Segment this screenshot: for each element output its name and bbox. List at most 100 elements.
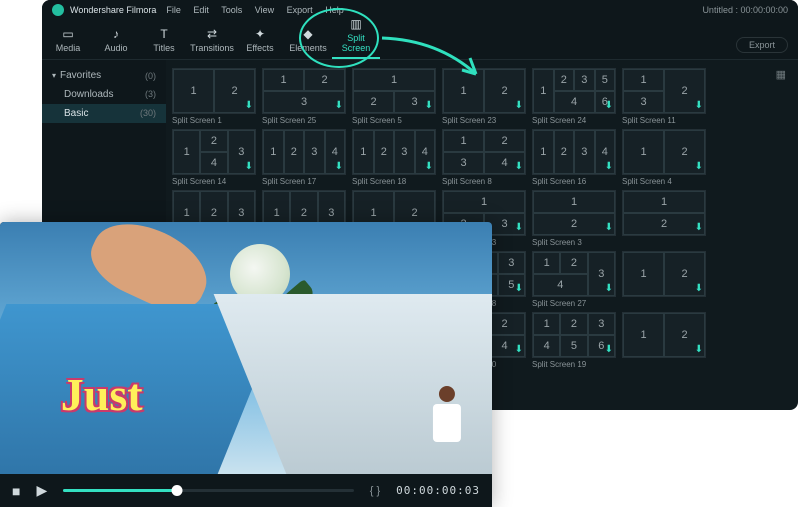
download-icon[interactable]: ⬇ <box>245 162 253 172</box>
sidebar-item-label: Basic <box>64 108 88 119</box>
tab-label: Media <box>56 43 81 53</box>
project-title: Untitled : 00:00:00:00 <box>702 5 788 15</box>
template-thumb[interactable]: 12⬇ <box>172 68 256 114</box>
tab-elements[interactable]: ◆Elements <box>284 27 332 59</box>
template-item[interactable]: 1234⬇Split Screen 18 <box>352 129 436 186</box>
play-button[interactable]: ▶ <box>36 482 47 499</box>
download-icon[interactable]: ⬇ <box>695 223 703 233</box>
template-thumb[interactable]: 1234⬇ <box>442 129 526 175</box>
playhead-progress <box>63 489 176 492</box>
template-item[interactable]: 123456⬇Split Screen 19 <box>532 312 616 369</box>
effects-icon: ✦ <box>236 27 284 41</box>
transitions-icon: ⇄ <box>188 27 236 41</box>
download-icon[interactable]: ⬇ <box>605 284 613 294</box>
template-item[interactable]: 12⬇ <box>622 251 706 308</box>
tab-effects[interactable]: ✦Effects <box>236 27 284 59</box>
menu-export[interactable]: Export <box>287 5 313 15</box>
template-thumb[interactable]: 12⬇ <box>622 190 706 236</box>
template-label: Split Screen 8 <box>442 177 526 186</box>
menubar: File Edit Tools View Export Help <box>166 5 353 15</box>
template-item[interactable]: 1234⬇ Split Screen 27 <box>532 251 616 308</box>
template-label: Split Screen 3 <box>532 238 616 247</box>
template-thumb[interactable]: 1234⬇ <box>262 129 346 175</box>
template-thumb[interactable]: 123⬇ <box>262 68 346 114</box>
tab-label: Elements <box>289 43 327 53</box>
download-icon[interactable]: ⬇ <box>695 345 703 355</box>
template-item[interactable]: 12⬇ <box>622 190 706 247</box>
download-icon[interactable]: ⬇ <box>605 223 613 233</box>
template-item[interactable]: 12⬇ <box>622 312 706 369</box>
template-item[interactable]: 1234⬇Split Screen 17 <box>262 129 346 186</box>
sidebar-item-basic[interactable]: Basic(30) <box>42 104 166 123</box>
template-thumb[interactable]: 1234⬇ <box>172 129 256 175</box>
tab-titles[interactable]: TTitles <box>140 27 188 59</box>
download-icon[interactable]: ⬇ <box>515 162 523 172</box>
template-item[interactable]: 12⬇ Split Screen 4 <box>622 129 706 186</box>
export-button[interactable]: Export <box>736 37 788 53</box>
mark-in-out-icon[interactable]: { } <box>370 485 380 497</box>
titlebar: Wondershare Filmora File Edit Tools View… <box>42 0 798 20</box>
playhead-track[interactable] <box>63 489 353 492</box>
template-label: Split Screen 5 <box>352 116 436 125</box>
stop-button[interactable]: ■ <box>12 483 20 499</box>
download-icon[interactable]: ⬇ <box>695 162 703 172</box>
download-icon[interactable]: ⬇ <box>695 101 703 111</box>
toolbar: ▭Media♪AudioTTitles⇄Transitions✦Effects◆… <box>42 20 798 60</box>
download-icon[interactable]: ⬇ <box>605 101 613 111</box>
template-thumb[interactable]: 123⬇ <box>352 68 436 114</box>
tab-audio[interactable]: ♪Audio <box>92 27 140 59</box>
template-thumb[interactable]: 12⬇ <box>622 129 706 175</box>
template-thumb[interactable]: 123546⬇ <box>532 68 616 114</box>
template-label: Split Screen 27 <box>532 299 616 308</box>
download-icon[interactable]: ⬇ <box>245 101 253 111</box>
template-item[interactable]: 123546⬇Split Screen 24 <box>532 68 616 125</box>
template-thumb[interactable]: 123456⬇ <box>532 312 616 358</box>
download-icon[interactable]: ⬇ <box>605 345 613 355</box>
template-item[interactable]: 1234⬇Split Screen 16 <box>532 129 616 186</box>
menu-help[interactable]: Help <box>325 5 344 15</box>
template-label: Split Screen 25 <box>262 116 346 125</box>
menu-edit[interactable]: Edit <box>193 5 209 15</box>
tab-split-screen[interactable]: ▥Split Screen <box>332 17 380 59</box>
template-thumb[interactable]: 12⬇ <box>622 312 706 358</box>
template-label: Split Screen 23 <box>442 116 526 125</box>
template-item[interactable]: 123⬇ Split Screen 25 <box>262 68 346 125</box>
download-icon[interactable]: ⬇ <box>335 101 343 111</box>
template-item[interactable]: 1234⬇Split Screen 14 <box>172 129 256 186</box>
template-item[interactable]: 12⬇ Split Screen 1 <box>172 68 256 125</box>
template-item[interactable]: 123⬇Split Screen 11 <box>622 68 706 125</box>
download-icon[interactable]: ⬇ <box>605 162 613 172</box>
download-icon[interactable]: ⬇ <box>695 284 703 294</box>
preview-panel: Just ■ ▶ { } 00:00:00:03 <box>0 222 492 507</box>
template-label: Split Screen 4 <box>622 177 706 186</box>
template-thumb[interactable]: 1234⬇ <box>532 129 616 175</box>
template-item[interactable]: 12⬇ Split Screen 3 <box>532 190 616 247</box>
tab-media[interactable]: ▭Media <box>44 27 92 59</box>
download-icon[interactable]: ⬇ <box>515 284 523 294</box>
tab-transitions[interactable]: ⇄Transitions <box>188 27 236 59</box>
preview-skater-graphic <box>417 386 477 466</box>
template-thumb[interactable]: 12⬇ <box>622 251 706 297</box>
template-thumb[interactable]: 123⬇ <box>622 68 706 114</box>
download-icon[interactable]: ⬇ <box>515 345 523 355</box>
grid-view-icon[interactable]: ▦ <box>776 68 786 81</box>
template-item[interactable]: 1234⬇ Split Screen 8 <box>442 129 526 186</box>
download-icon[interactable]: ⬇ <box>335 162 343 172</box>
template-item[interactable]: 123⬇ Split Screen 5 <box>352 68 436 125</box>
download-icon[interactable]: ⬇ <box>515 101 523 111</box>
download-icon[interactable]: ⬇ <box>515 223 523 233</box>
sidebar-item-downloads[interactable]: Downloads(3) <box>42 85 166 104</box>
template-thumb[interactable]: 12⬇ <box>442 68 526 114</box>
template-thumb[interactable]: 1234⬇ <box>352 129 436 175</box>
template-thumb[interactable]: 1234⬇ <box>532 251 616 297</box>
template-label: Split Screen 1 <box>172 116 256 125</box>
sidebar-heading[interactable]: ▾ Favorites (0) <box>42 66 166 85</box>
menu-tools[interactable]: Tools <box>221 5 242 15</box>
download-icon[interactable]: ⬇ <box>425 162 433 172</box>
download-icon[interactable]: ⬇ <box>425 101 433 111</box>
template-thumb[interactable]: 12⬇ <box>532 190 616 236</box>
menu-file[interactable]: File <box>166 5 181 15</box>
menu-view[interactable]: View <box>255 5 274 15</box>
template-item[interactable]: 12⬇ Split Screen 23 <box>442 68 526 125</box>
playhead-handle[interactable] <box>171 485 182 496</box>
